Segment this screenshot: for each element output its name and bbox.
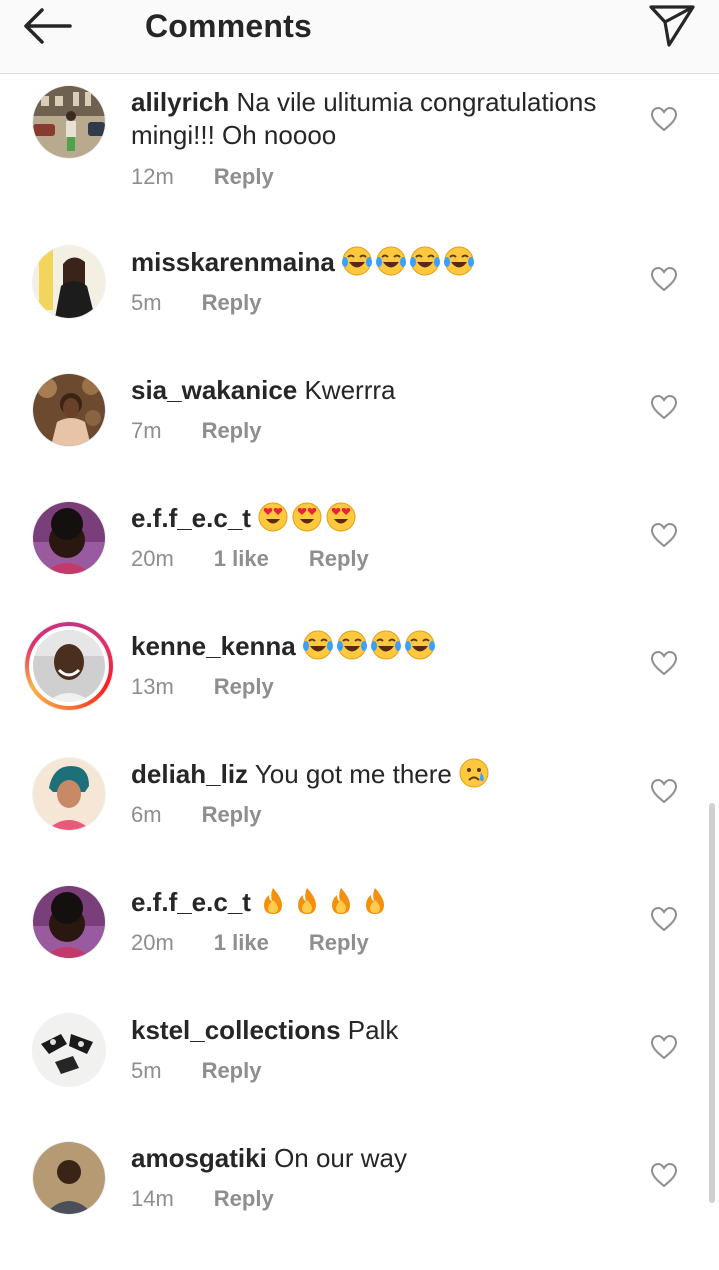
comment-text-block: e.f.f_e.c_t <box>131 502 636 535</box>
like-button[interactable] <box>650 1034 678 1060</box>
comment-username[interactable]: e.f.f_e.c_t <box>131 887 251 917</box>
comment-time: 13m <box>131 674 174 699</box>
comment-username[interactable]: amosgatiki <box>131 1143 267 1173</box>
heart-icon <box>650 266 678 292</box>
like-button[interactable] <box>650 522 678 548</box>
emoji-tears-of-joy <box>342 246 478 277</box>
comment-time: 5m <box>131 290 162 315</box>
comment-username[interactable]: e.f.f_e.c_t <box>131 503 251 533</box>
comment-meta: 20m 1 like Reply <box>131 545 369 573</box>
avatar[interactable] <box>33 374 105 446</box>
comment-meta: 5m Reply <box>131 289 261 317</box>
like-button[interactable] <box>650 266 678 292</box>
like-button[interactable] <box>650 906 678 932</box>
like-count[interactable]: 1 like <box>214 545 269 573</box>
avatar[interactable] <box>33 886 105 958</box>
comment-text-block: kstel_collections Palk <box>131 1014 636 1047</box>
heart-icon <box>650 906 678 932</box>
like-button[interactable] <box>650 778 678 804</box>
comment-time: 12m <box>131 164 174 189</box>
comment-text-block: sia_wakanice Kwerrra <box>131 374 636 407</box>
reply-button[interactable]: Reply <box>214 163 274 191</box>
avatar[interactable] <box>33 1142 105 1214</box>
avatar[interactable] <box>33 86 105 158</box>
reply-button[interactable]: Reply <box>309 545 369 573</box>
comment-item: amosgatiki On our way 14m Reply <box>0 1142 719 1270</box>
page-title: Comments <box>145 8 312 44</box>
like-count[interactable]: 1 like <box>214 929 269 957</box>
comment-meta: 6m Reply <box>131 801 261 829</box>
comment-item: e.f.f_e.c_t 20m 1 like Reply <box>0 502 719 630</box>
avatar[interactable] <box>33 758 105 830</box>
comment-meta: 7m Reply <box>131 417 261 445</box>
like-button[interactable] <box>650 394 678 420</box>
like-button[interactable] <box>650 106 678 132</box>
comment-item: e.f.f_e.c_t 20m 1 like Reply <box>0 886 719 1014</box>
comment-body: You got me there <box>254 759 452 789</box>
comment-username[interactable]: misskarenmaina <box>131 247 335 277</box>
comment-time: 20m <box>131 546 174 571</box>
comment-item: deliah_liz You got me there 6m Reply <box>0 758 719 886</box>
reply-button[interactable]: Reply <box>202 289 262 317</box>
comment-item: alilyrich Na vile ulitumia congratulatio… <box>0 86 719 214</box>
emoji-crying-face <box>459 758 491 789</box>
heart-icon <box>650 778 678 804</box>
heart-icon <box>650 1162 678 1188</box>
comment-username[interactable]: sia_wakanice <box>131 375 297 405</box>
comment-item: sia_wakanice Kwerrra 7m Reply <box>0 374 719 502</box>
comment-text-block: misskarenmaina <box>131 246 636 279</box>
comment-item: kstel_collections Palk 5m Reply <box>0 1014 719 1142</box>
comment-body: On our way <box>274 1143 408 1173</box>
avatar[interactable] <box>33 1014 105 1086</box>
like-button[interactable] <box>650 650 678 676</box>
comment-meta: 12m Reply <box>131 163 274 191</box>
paper-plane-icon <box>649 5 695 47</box>
comment-time: 7m <box>131 418 162 443</box>
comment-text-block: kenne_kenna <box>131 630 636 663</box>
reply-button[interactable]: Reply <box>214 1185 274 1213</box>
avatar[interactable] <box>33 502 105 574</box>
comment-text-block: deliah_liz You got me there <box>131 758 636 791</box>
comment-text-block: e.f.f_e.c_t <box>131 886 636 919</box>
comment-meta: 13m Reply <box>131 673 274 701</box>
heart-icon <box>650 1034 678 1060</box>
comment-time: 20m <box>131 930 174 955</box>
reply-button[interactable]: Reply <box>202 801 262 829</box>
top-bar: Comments <box>0 0 719 74</box>
heart-icon <box>650 106 678 132</box>
reply-button[interactable]: Reply <box>202 1057 262 1085</box>
comment-username[interactable]: deliah_liz <box>131 759 248 789</box>
comment-username[interactable]: alilyrich <box>131 87 229 117</box>
comment-body: Palk <box>347 1015 399 1045</box>
heart-icon <box>650 522 678 548</box>
reply-button[interactable]: Reply <box>202 417 262 445</box>
share-button[interactable] <box>647 2 697 48</box>
comment-time: 5m <box>131 1058 162 1083</box>
comment-username[interactable]: kstel_collections <box>131 1015 341 1045</box>
comment-item: misskarenmaina 5m Reply <box>0 246 719 374</box>
comment-time: 6m <box>131 802 162 827</box>
comment-text-block: amosgatiki On our way <box>131 1142 636 1175</box>
emoji-fire <box>258 887 394 917</box>
comment-meta: 5m Reply <box>131 1057 261 1085</box>
arrow-left-icon <box>24 8 72 44</box>
comment-username[interactable]: kenne_kenna <box>131 631 296 661</box>
avatar-with-story-ring[interactable] <box>25 622 113 710</box>
scrollbar[interactable] <box>709 803 715 1203</box>
heart-icon <box>650 650 678 676</box>
heart-icon <box>650 394 678 420</box>
comment-time: 14m <box>131 1186 174 1211</box>
comment-meta: 14m Reply <box>131 1185 274 1213</box>
avatar[interactable] <box>33 246 105 318</box>
reply-button[interactable]: Reply <box>309 929 369 957</box>
comment-item: kenne_kenna 13m Reply <box>0 622 719 758</box>
emoji-heart-eyes <box>258 502 362 533</box>
emoji-tears-of-joy <box>301 630 439 661</box>
comment-meta: 20m 1 like Reply <box>131 929 369 957</box>
reply-button[interactable]: Reply <box>214 673 274 701</box>
like-button[interactable] <box>650 1162 678 1188</box>
comment-text-block: alilyrich Na vile ulitumia congratulatio… <box>131 86 636 152</box>
comment-body: Kwerrra <box>304 375 396 405</box>
back-button[interactable] <box>20 6 76 46</box>
